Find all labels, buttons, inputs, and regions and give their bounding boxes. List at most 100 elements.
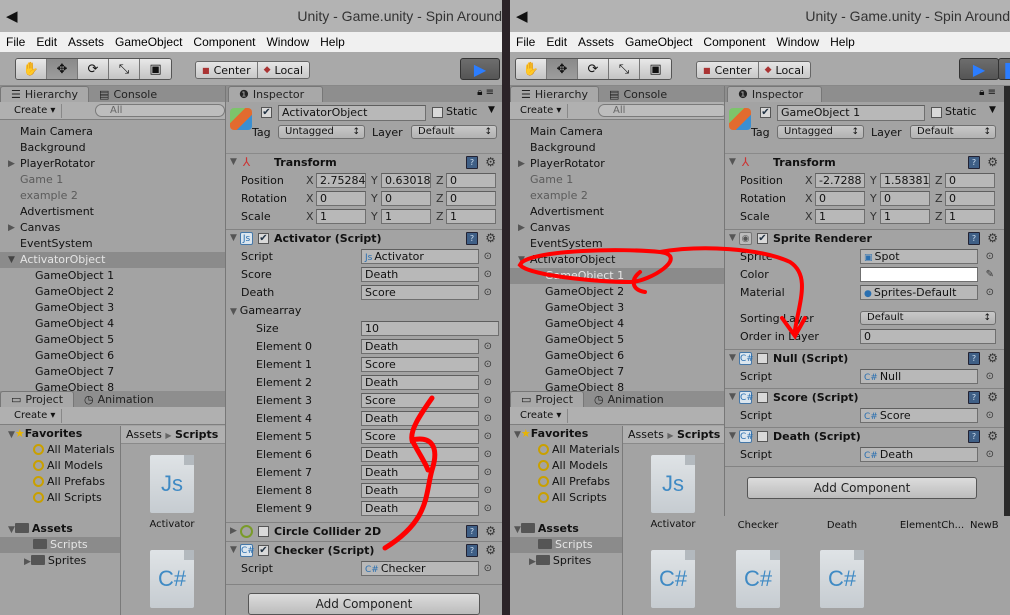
hierarchy-item[interactable]: GameObject 3 [510, 300, 724, 316]
gear-icon[interactable]: ⚙ [987, 390, 998, 404]
move-tool-button[interactable]: ✥ [547, 59, 578, 79]
menu-gameobject[interactable]: GameObject [115, 35, 182, 49]
hierarchy-item[interactable]: EventSystem [510, 236, 724, 252]
array-element-field[interactable]: Death [361, 465, 479, 480]
object-picker-icon[interactable]: ⊙ [484, 287, 492, 298]
hierarchy-item[interactable]: GameObject 1 [510, 268, 724, 284]
object-picker-icon[interactable]: ⊙ [484, 485, 492, 496]
scale-z-input[interactable]: 1 [446, 209, 496, 224]
menu-assets[interactable]: Assets [578, 35, 614, 49]
create-dropdown[interactable]: Create ▾ [8, 104, 63, 118]
hand-tool-button[interactable]: ✋ [516, 59, 547, 79]
favorite-item[interactable]: All Prefabs [510, 474, 622, 490]
scale-tool-button[interactable]: ⤡ [109, 59, 140, 79]
array-element-field[interactable]: Death [361, 339, 479, 354]
hierarchy-item[interactable]: GameObject 4 [510, 316, 724, 332]
asset-activator[interactable]: Js Activator [137, 455, 207, 530]
menu-gameobject[interactable]: GameObject [625, 35, 692, 49]
rect-tool-button[interactable]: ▣ [140, 59, 171, 79]
foldout-arrow-icon[interactable]: ▼ [230, 307, 240, 317]
component-enabled-checkbox[interactable]: ✔ [757, 233, 768, 244]
collapse-arrow-icon[interactable]: ▶ [518, 156, 525, 172]
help-book-icon[interactable]: ? [466, 156, 478, 169]
object-picker-icon[interactable]: ⊙ [484, 359, 492, 370]
asset-death[interactable]: Death [807, 520, 877, 531]
tag-dropdown[interactable]: Untagged [777, 125, 864, 139]
folder-scripts[interactable]: Scripts [0, 537, 120, 553]
foldout-arrow-icon[interactable]: ▼ [729, 431, 736, 441]
script-field[interactable]: C# Death [860, 447, 978, 462]
hierarchy-item[interactable]: GameObject 7 [510, 364, 724, 380]
create-dropdown[interactable]: Create ▾ [514, 409, 569, 423]
favorite-item[interactable]: All Models [510, 458, 622, 474]
help-book-icon[interactable]: ? [968, 352, 980, 365]
script-field[interactable]: C# Null [860, 369, 978, 384]
hierarchy-item[interactable]: GameObject 1 [0, 268, 225, 284]
foldout-arrow-icon[interactable]: ▼ [729, 353, 736, 363]
position-y-input[interactable]: 0.63018 [381, 173, 431, 188]
foldout-arrow-icon[interactable]: ▼ [230, 545, 237, 555]
hierarchy-search-input[interactable]: All [598, 104, 728, 117]
help-book-icon[interactable]: ? [968, 232, 980, 245]
tab-project[interactable]: ▭ Project [510, 391, 585, 407]
layer-dropdown[interactable]: Default [910, 125, 996, 139]
script-field[interactable]: C# Score [860, 408, 978, 423]
hierarchy-item[interactable]: EventSystem [0, 236, 225, 252]
tab-inspector[interactable]: ❶ Inspector [727, 86, 822, 102]
hierarchy-item[interactable]: Background [0, 140, 225, 156]
position-x-input[interactable]: -2.7288 [815, 173, 865, 188]
object-picker-icon[interactable]: ⊙ [484, 395, 492, 406]
static-checkbox[interactable] [432, 107, 443, 118]
lock-icon[interactable]: 🔒︎ ≡ [979, 87, 996, 98]
hierarchy-item[interactable]: Advertisment [0, 204, 225, 220]
favorite-item[interactable]: All Scripts [510, 490, 622, 506]
hierarchy-item[interactable]: GameObject 5 [0, 332, 225, 348]
pause-button[interactable]: ❚ [998, 58, 1010, 80]
position-z-input[interactable]: 0 [446, 173, 496, 188]
object-picker-icon[interactable]: ⊙ [986, 287, 994, 298]
menu-edit[interactable]: Edit [36, 35, 57, 49]
hierarchy-item[interactable]: ▼ ActivatorObject [510, 252, 724, 268]
tab-animation[interactable]: ◷ Animation [584, 391, 674, 407]
scale-z-input[interactable]: 1 [945, 209, 995, 224]
gamearray-foldout[interactable]: ▼ Gamearray [226, 302, 502, 320]
object-picker-icon[interactable]: ⊙ [986, 371, 994, 382]
create-dropdown[interactable]: Create ▾ [8, 409, 63, 423]
expand-arrow-icon[interactable]: ▼ [518, 252, 525, 268]
position-z-input[interactable]: 0 [945, 173, 995, 188]
collapse-arrow-icon[interactable]: ▶ [8, 156, 15, 172]
hierarchy-item[interactable]: GameObject 2 [510, 284, 724, 300]
help-book-icon[interactable]: ? [968, 156, 980, 169]
asset-elementchecker[interactable]: ElementCh... [892, 520, 972, 531]
component-header[interactable]: ▼ C# Death (Script)? ⚙ [725, 428, 1004, 446]
component-enabled-checkbox[interactable]: ✔ [258, 545, 269, 556]
script-field[interactable]: Js Activator [361, 249, 479, 264]
menu-component[interactable]: Component [703, 35, 765, 49]
object-picker-icon[interactable]: ⊙ [986, 449, 994, 460]
tab-console[interactable]: ▤ Console [89, 86, 167, 102]
tab-animation[interactable]: ◷ Animation [74, 391, 164, 407]
favorite-item[interactable]: All Prefabs [0, 474, 120, 490]
gear-icon[interactable]: ⚙ [987, 429, 998, 443]
hierarchy-item[interactable]: GameObject 3 [0, 300, 225, 316]
favorite-item[interactable]: All Scripts [0, 490, 120, 506]
hierarchy-item[interactable]: GameObject 6 [510, 348, 724, 364]
hierarchy-item[interactable]: Game 1 [510, 172, 724, 188]
sorting-layer-dropdown[interactable]: Default [860, 311, 996, 325]
asset-csharp[interactable]: C# [638, 550, 708, 608]
foldout-arrow-icon[interactable]: ▼ [230, 157, 237, 167]
scale-y-input[interactable]: 1 [880, 209, 930, 224]
array-element-field[interactable]: Score [361, 357, 479, 372]
folder-sprites[interactable]: ▶ Sprites [510, 553, 622, 569]
favorite-item[interactable]: All Materials [510, 442, 622, 458]
menu-edit[interactable]: Edit [546, 35, 567, 49]
help-book-icon[interactable]: ? [466, 544, 478, 557]
gear-icon[interactable]: ⚙ [987, 351, 998, 365]
help-book-icon[interactable]: ? [968, 391, 980, 404]
add-component-button[interactable]: Add Component [248, 593, 480, 615]
rotation-x-input[interactable]: 0 [316, 191, 366, 206]
scale-y-input[interactable]: 1 [381, 209, 431, 224]
hierarchy-item[interactable]: GameObject 2 [0, 284, 225, 300]
hierarchy-item[interactable]: GameObject 7 [0, 364, 225, 380]
hierarchy-search-input[interactable]: All [95, 104, 225, 117]
